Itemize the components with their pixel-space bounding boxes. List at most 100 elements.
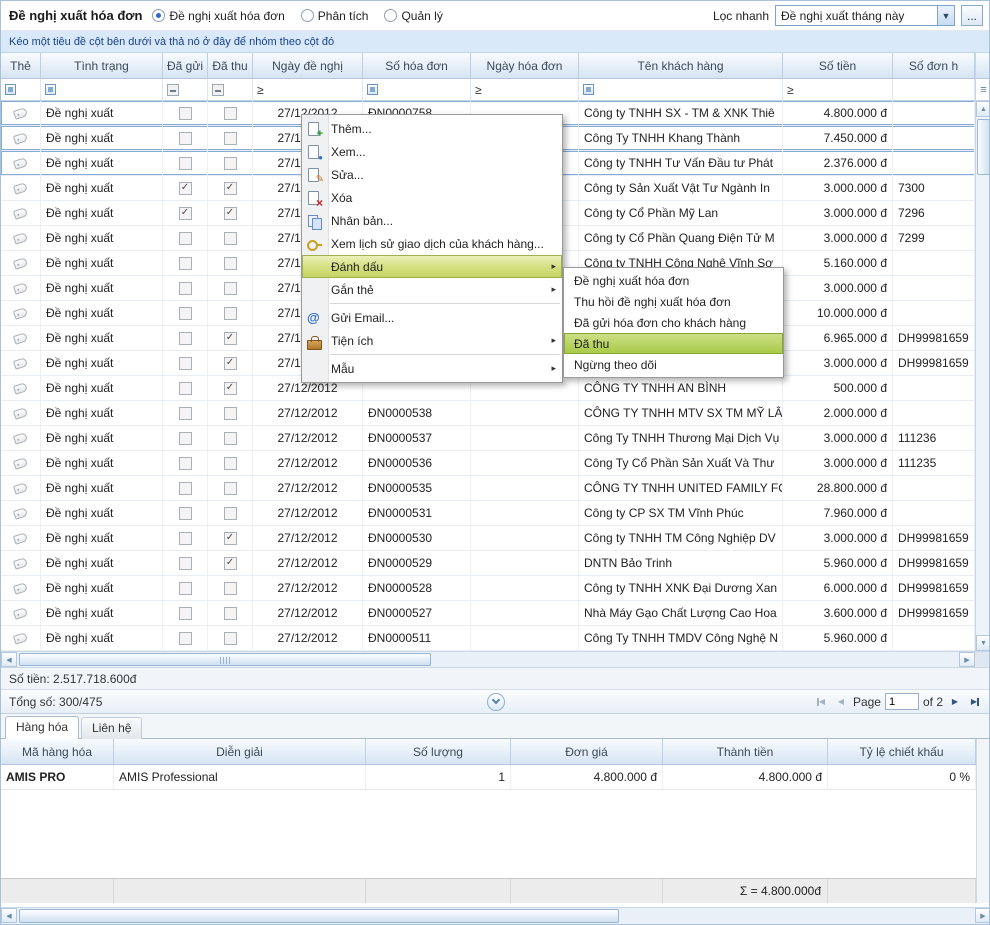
filter-checkbox-icon[interactable]	[167, 84, 179, 96]
radio-request[interactable]: Đề nghị xuất hóa đơn	[152, 9, 284, 23]
sent-checkbox[interactable]	[179, 257, 192, 270]
filter-cell-3[interactable]	[208, 79, 253, 100]
column-header-9[interactable]: Số đơn h	[893, 53, 975, 78]
table-row[interactable]: Đề nghị xuất27/12/2012ĐN0000511Công Ty T…	[1, 626, 975, 651]
column-header-2[interactable]: Đã gửi	[163, 53, 208, 78]
detail-column-header-3[interactable]: Đơn giá	[511, 739, 663, 764]
sent-checkbox[interactable]	[179, 532, 192, 545]
menu-item-view[interactable]: Xem...	[302, 140, 562, 163]
received-checkbox[interactable]	[224, 582, 237, 595]
table-row[interactable]: Đề nghị xuất27/12/2012ĐN0000538CÔNG TY T…	[1, 401, 975, 426]
received-checkbox[interactable]: ✓	[224, 557, 237, 570]
menu-item-mark[interactable]: Đánh dấu▸	[302, 255, 562, 278]
filter-type-icon[interactable]	[367, 84, 378, 95]
detail-column-header-2[interactable]: Số lượng	[366, 739, 511, 764]
radio-management[interactable]: Quản lý	[384, 9, 442, 23]
table-row[interactable]: Đề nghị xuất27/12/2012ĐN0000535CÔNG TY T…	[1, 476, 975, 501]
sent-checkbox[interactable]	[179, 307, 192, 320]
received-checkbox[interactable]	[224, 132, 237, 145]
detail-column-header-4[interactable]: Thành tiền	[663, 739, 828, 764]
received-checkbox[interactable]	[224, 157, 237, 170]
table-row[interactable]: Đề nghị xuất27/12/2012ĐN0000528Công ty T…	[1, 576, 975, 601]
collapse-panel-button[interactable]	[487, 693, 505, 711]
sent-checkbox[interactable]	[179, 382, 192, 395]
received-checkbox[interactable]	[224, 457, 237, 470]
bottom-hscroll-thumb[interactable]	[19, 909, 619, 923]
menu-item-template[interactable]: Mẫu▸	[302, 357, 562, 380]
menu-item-history[interactable]: Xem lịch sử giao dịch của khách hàng...	[302, 232, 562, 255]
sent-checkbox[interactable]: ✓	[179, 207, 192, 220]
column-header-4[interactable]: Ngày đề nghị	[253, 53, 363, 78]
column-header-0[interactable]: Thẻ	[1, 53, 41, 78]
menu-item-add[interactable]: Thêm...	[302, 117, 562, 140]
scroll-right-icon[interactable]: ▶	[959, 652, 975, 667]
column-header-1[interactable]: Tình trạng	[41, 53, 163, 78]
detail-column-header-5[interactable]: Tỷ lệ chiết khấu	[828, 739, 976, 764]
scroll-left-icon[interactable]: ◀	[1, 908, 17, 923]
filter-checkbox-icon[interactable]	[212, 84, 224, 96]
column-header-8[interactable]: Số tiền	[783, 53, 893, 78]
bottom-hscrollbar[interactable]: ◀ ▶	[1, 907, 990, 924]
filter-cell-4[interactable]: ≥	[253, 79, 363, 100]
submenu-item-mark-received[interactable]: Đã thu	[564, 333, 783, 354]
received-checkbox[interactable]	[224, 482, 237, 495]
chevron-down-icon[interactable]: ▼	[937, 6, 954, 25]
menu-item-send-email[interactable]: Gửi Email...	[302, 306, 562, 329]
received-checkbox[interactable]	[224, 307, 237, 320]
sent-checkbox[interactable]	[179, 432, 192, 445]
filter-type-icon[interactable]	[5, 84, 16, 95]
filter-cell-0[interactable]	[1, 79, 41, 100]
greater-equal-icon[interactable]: ≥	[787, 83, 794, 97]
detail-vscrollbar[interactable]	[976, 739, 990, 903]
menu-item-utilities[interactable]: Tiện ích▸	[302, 329, 562, 352]
received-checkbox[interactable]: ✓	[224, 357, 237, 370]
vscroll-thumb[interactable]	[977, 119, 990, 175]
scroll-left-icon[interactable]: ◀	[1, 652, 17, 667]
next-page-button[interactable]: ▶	[947, 694, 963, 710]
table-row[interactable]: Đề nghị xuất27/12/2012ĐN0000531Công ty C…	[1, 501, 975, 526]
table-row[interactable]: Đề nghị xuất✓27/12/2012ĐN0000530Công ty …	[1, 526, 975, 551]
scroll-up-icon[interactable]: ▲	[976, 101, 990, 117]
sent-checkbox[interactable]	[179, 607, 192, 620]
hscroll-thumb[interactable]	[19, 653, 431, 666]
submenu-item-mark-request-invoice[interactable]: Đề nghị xuất hóa đơn	[564, 270, 783, 291]
table-row[interactable]: Đề nghị xuất27/12/2012ĐN0000527Nhà Máy G…	[1, 601, 975, 626]
column-header-7[interactable]: Tên khách hàng	[579, 53, 783, 78]
filter-cell-7[interactable]	[579, 79, 783, 100]
grid-vscrollbar[interactable]: ≡ ▲ ▼	[975, 53, 990, 651]
menu-item-delete[interactable]: Xóa	[302, 186, 562, 209]
column-header-5[interactable]: Số hóa đơn	[363, 53, 471, 78]
column-header-3[interactable]: Đã thu	[208, 53, 253, 78]
sent-checkbox[interactable]	[179, 557, 192, 570]
page-input[interactable]	[885, 693, 919, 710]
received-checkbox[interactable]	[224, 432, 237, 445]
sent-checkbox[interactable]	[179, 282, 192, 295]
tab-contacts[interactable]: Liên hệ	[81, 717, 142, 739]
radio-analysis[interactable]: Phân tích	[301, 9, 369, 23]
menu-item-tag[interactable]: Gắn thẻ▸	[302, 278, 562, 301]
sent-checkbox[interactable]	[179, 157, 192, 170]
scroll-down-icon[interactable]: ▼	[976, 635, 990, 651]
first-page-button[interactable]: ◀	[813, 694, 829, 710]
sent-checkbox[interactable]: ✓	[179, 182, 192, 195]
filter-type-icon[interactable]	[45, 84, 56, 95]
submenu-item-mark-revoke-request[interactable]: Thu hồi đề nghị xuất hóa đơn	[564, 291, 783, 312]
sent-checkbox[interactable]	[179, 332, 192, 345]
received-checkbox[interactable]	[224, 632, 237, 645]
received-checkbox[interactable]: ✓	[224, 532, 237, 545]
table-row[interactable]: Đề nghị xuất✓27/12/2012ĐN0000529DNTN Bảo…	[1, 551, 975, 576]
received-checkbox[interactable]	[224, 507, 237, 520]
table-row[interactable]: Đề nghị xuất27/12/2012ĐN0000536Công Ty C…	[1, 451, 975, 476]
filter-cell-6[interactable]: ≥	[471, 79, 579, 100]
received-checkbox[interactable]: ✓	[224, 207, 237, 220]
received-checkbox[interactable]: ✓	[224, 182, 237, 195]
filter-type-icon[interactable]	[583, 84, 594, 95]
filter-cell-9[interactable]	[893, 79, 975, 100]
received-checkbox[interactable]	[224, 407, 237, 420]
received-checkbox[interactable]: ✓	[224, 382, 237, 395]
filter-cell-2[interactable]	[163, 79, 208, 100]
grid-hscrollbar[interactable]: ◀ ▶	[1, 651, 975, 667]
detail-data-row[interactable]: AMIS PROAMIS Professional14.800.000 đ4.8…	[1, 765, 976, 790]
tab-goods[interactable]: Hàng hóa	[5, 716, 79, 739]
submenu-item-mark-sent-to-customer[interactable]: Đã gửi hóa đơn cho khách hàng	[564, 312, 783, 333]
